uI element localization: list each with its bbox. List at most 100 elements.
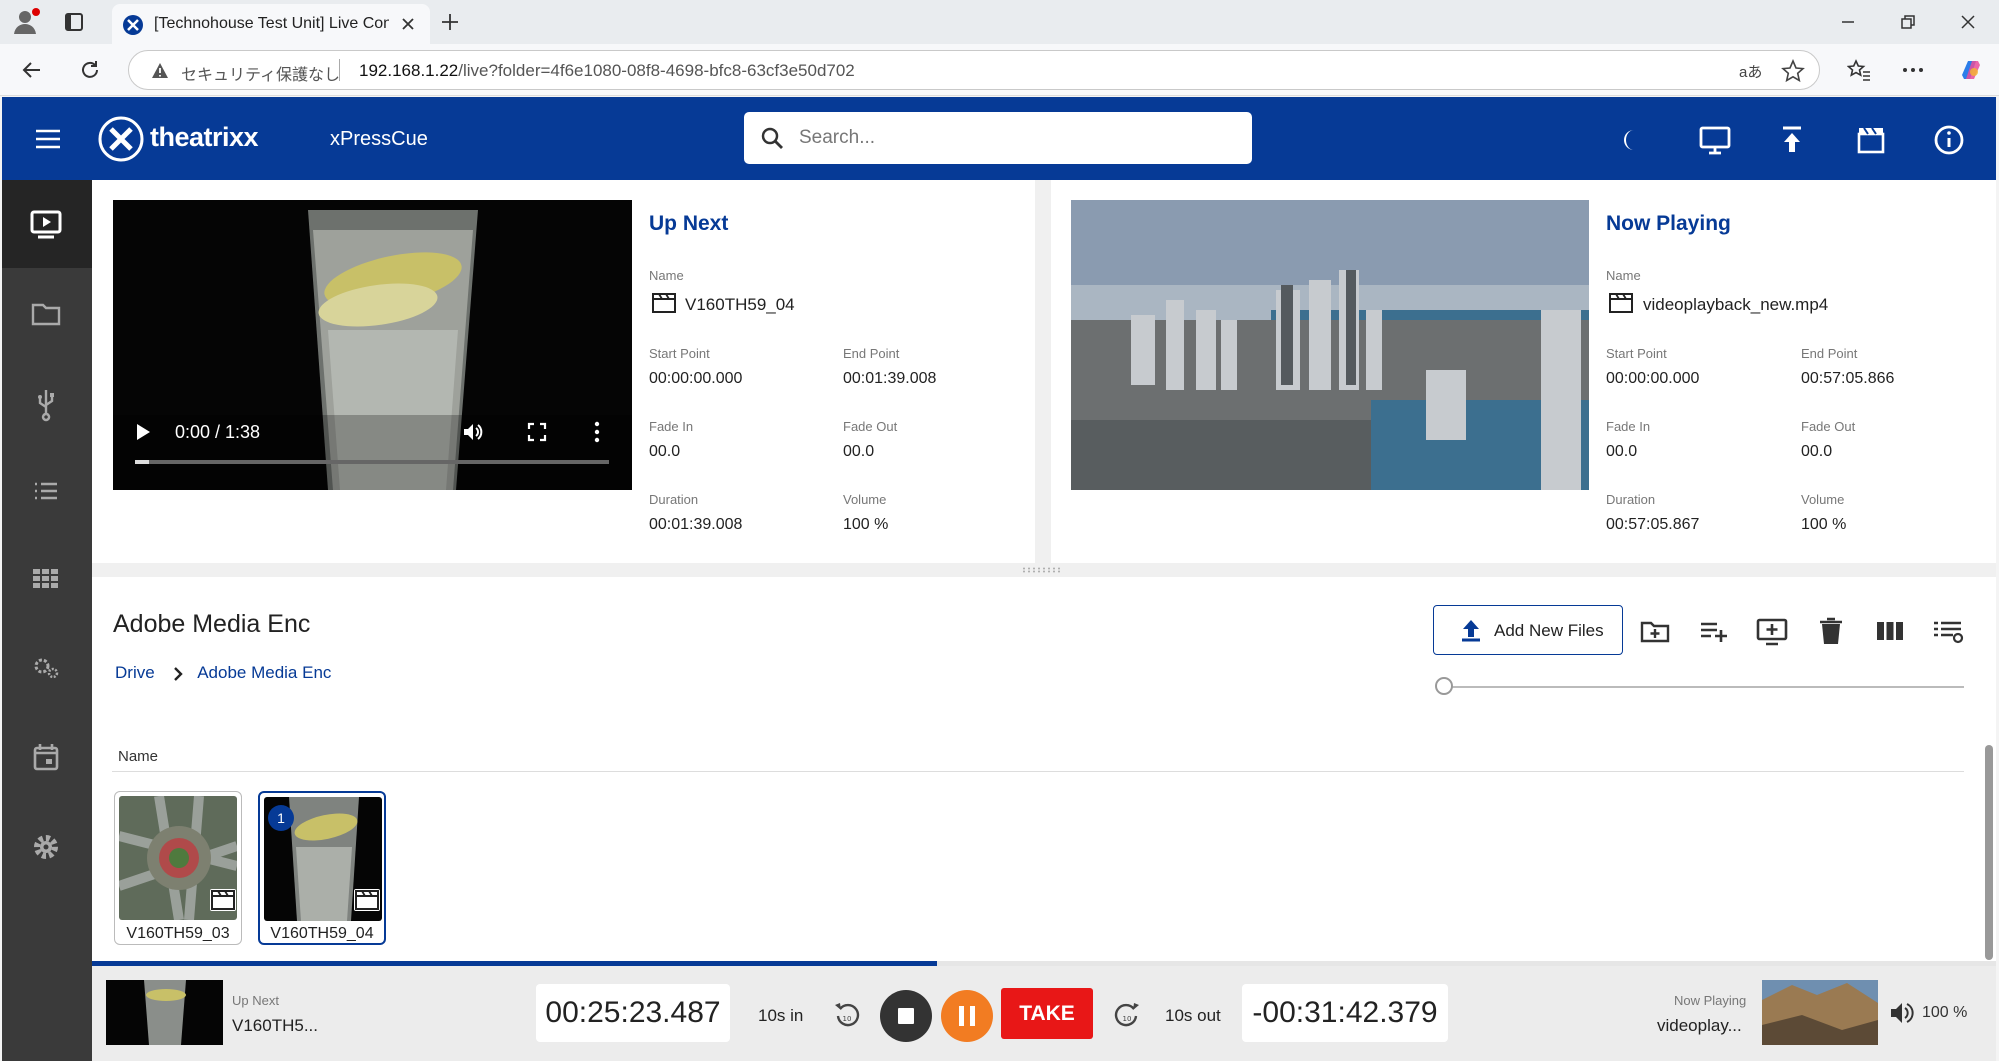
minimize-icon[interactable]	[1840, 14, 1856, 30]
sidebar-item-calendar-icon[interactable]	[27, 738, 65, 776]
url-separator	[339, 59, 340, 81]
reload-icon[interactable]	[78, 58, 102, 82]
monitor-icon[interactable]	[1695, 120, 1735, 160]
column-header-name[interactable]: Name	[118, 748, 158, 765]
up-next-duration: 00:01:39.008	[649, 516, 743, 533]
hamburger-menu-icon[interactable]	[34, 127, 62, 151]
scrollbar[interactable]	[1985, 745, 1993, 960]
panel-divider[interactable]	[1035, 180, 1051, 564]
svg-text:10: 10	[843, 1015, 852, 1023]
favorites-icon[interactable]	[1847, 58, 1871, 82]
up-next-thumbnail	[106, 980, 223, 1045]
volume-icon[interactable]	[1888, 1000, 1914, 1026]
sidebar-item-list-icon[interactable]	[27, 472, 65, 510]
restore-icon[interactable]	[1900, 14, 1916, 30]
read-aloud-label[interactable]: aあ	[1739, 61, 1762, 82]
file-card-selected[interactable]: 1 V160TH59_04	[258, 791, 386, 945]
breadcrumb-drive[interactable]: Drive	[115, 663, 155, 682]
new-folder-icon[interactable]	[1638, 614, 1672, 648]
transport-now-playing-label: Now Playing	[1674, 993, 1747, 1008]
back-icon[interactable]	[20, 58, 44, 82]
mute-icon[interactable]	[461, 420, 485, 444]
up-next-title: Up Next	[649, 212, 729, 235]
tab-title: [Technohouse Test Unit] Live Cont	[154, 15, 389, 32]
thumbnail-size-slider-knob[interactable]	[1435, 677, 1453, 695]
url-path: /live?folder=4f6e1080-08f8-4698-bfc8-63c…	[458, 61, 855, 80]
player-options-icon[interactable]	[593, 420, 601, 444]
up-next-name-label: Name	[649, 268, 684, 283]
chevron-right-icon	[173, 666, 184, 682]
more-icon[interactable]	[1902, 60, 1924, 80]
skip-in-label: 10s in	[758, 1006, 804, 1025]
close-window-icon[interactable]	[1960, 14, 1976, 30]
add-new-files-button[interactable]: Add New Files	[1433, 605, 1623, 655]
url-text[interactable]: 192.168.1.22/live?folder=4f6e1080-08f8-4…	[359, 61, 855, 81]
dark-mode-icon[interactable]	[1616, 120, 1656, 160]
delete-icon[interactable]	[1814, 614, 1848, 648]
clapperboard-icon[interactable]	[1851, 120, 1891, 160]
tab-actions-icon[interactable]	[64, 12, 84, 32]
now-playing-end: 00:57:05.866	[1801, 370, 1895, 387]
now-playing-volume: 100 %	[1801, 516, 1847, 533]
add-new-files-label: Add New Files	[1494, 621, 1604, 640]
sidebar-item-live-icon[interactable]	[27, 205, 65, 243]
breadcrumb-folder[interactable]: Adobe Media Enc	[197, 663, 331, 682]
video-file-icon	[651, 292, 677, 314]
take-button[interactable]: TAKE	[1001, 988, 1093, 1039]
list-view-icon[interactable]	[1931, 614, 1965, 648]
sidebar-item-settings-icon[interactable]	[27, 828, 65, 866]
transport-now-playing-name: videoplay...	[1657, 1016, 1742, 1035]
resize-handle[interactable]	[92, 563, 1996, 577]
pause-button[interactable]	[941, 990, 993, 1042]
column-view-icon[interactable]	[1873, 614, 1907, 648]
skip-out-label: 10s out	[1165, 1006, 1221, 1025]
transport-up-next-label: Up Next	[232, 993, 279, 1008]
now-playing-fade-out: 00.0	[1801, 443, 1833, 460]
rewind-10-icon[interactable]: 10	[832, 999, 862, 1031]
fullscreen-icon[interactable]	[527, 422, 547, 442]
sidebar-item-grid-icon[interactable]	[27, 560, 65, 598]
sidebar-item-folder-icon[interactable]	[27, 295, 65, 333]
up-next-video-player[interactable]: 0:00 / 1:38	[113, 200, 632, 490]
add-to-playlist-icon[interactable]	[1697, 614, 1731, 648]
favorite-star-icon[interactable]	[1781, 59, 1805, 83]
new-tab-icon[interactable]	[440, 12, 460, 32]
file-card[interactable]: V160TH59_03	[114, 791, 242, 945]
sidebar-item-usb-icon[interactable]	[27, 384, 65, 422]
video-file-icon	[1608, 292, 1634, 314]
video-file-icon	[210, 889, 236, 911]
player-scrubber[interactable]	[135, 460, 609, 464]
profile-icon[interactable]	[12, 8, 40, 36]
search-input[interactable]: Search...	[744, 112, 1252, 164]
upload-arrow-icon	[1460, 618, 1482, 642]
now-playing-title: Now Playing	[1606, 212, 1731, 235]
info-icon[interactable]	[1929, 120, 1969, 160]
up-next-name: V160TH59_04	[685, 295, 795, 314]
security-label[interactable]: セキュリティ保護なし	[181, 61, 340, 85]
up-next-fade-in-label: Fade In	[649, 419, 694, 434]
up-next-fade-out-label: Fade Out	[843, 419, 898, 434]
app-title: xPressCue	[330, 128, 428, 150]
upload-icon[interactable]	[1772, 120, 1812, 160]
url-field[interactable]: セキュリティ保護なし 192.168.1.22/live?folder=4f6e…	[128, 50, 1820, 90]
stop-button[interactable]	[880, 990, 932, 1042]
add-to-screen-icon[interactable]	[1755, 614, 1789, 648]
forward-10-icon[interactable]: 10	[1112, 999, 1142, 1031]
browser-tab[interactable]: [Technohouse Test Unit] Live Cont	[112, 4, 430, 44]
thumbnail-size-slider[interactable]	[1443, 686, 1964, 688]
now-playing-name: videoplayback_new.mp4	[1643, 295, 1829, 314]
play-icon[interactable]	[133, 422, 153, 442]
video-file-icon	[354, 889, 380, 911]
warning-icon[interactable]	[151, 62, 169, 80]
up-next-end-label: End Point	[843, 346, 900, 361]
up-next-duration-label: Duration	[649, 492, 699, 507]
now-playing-preview	[1071, 200, 1589, 490]
up-next-start: 00:00:00.000	[649, 370, 743, 387]
sidebar-item-automation-icon[interactable]	[27, 649, 65, 687]
elapsed-time-display: 00:25:23.487	[536, 984, 730, 1042]
tab-close-icon[interactable]	[400, 16, 416, 32]
remaining-time-display: -00:31:42.379	[1242, 984, 1448, 1042]
copilot-icon[interactable]	[1958, 57, 1984, 83]
transport-up-next-name: V160TH5...	[232, 1016, 318, 1035]
transport-volume[interactable]: 100 %	[1922, 1004, 1967, 1022]
